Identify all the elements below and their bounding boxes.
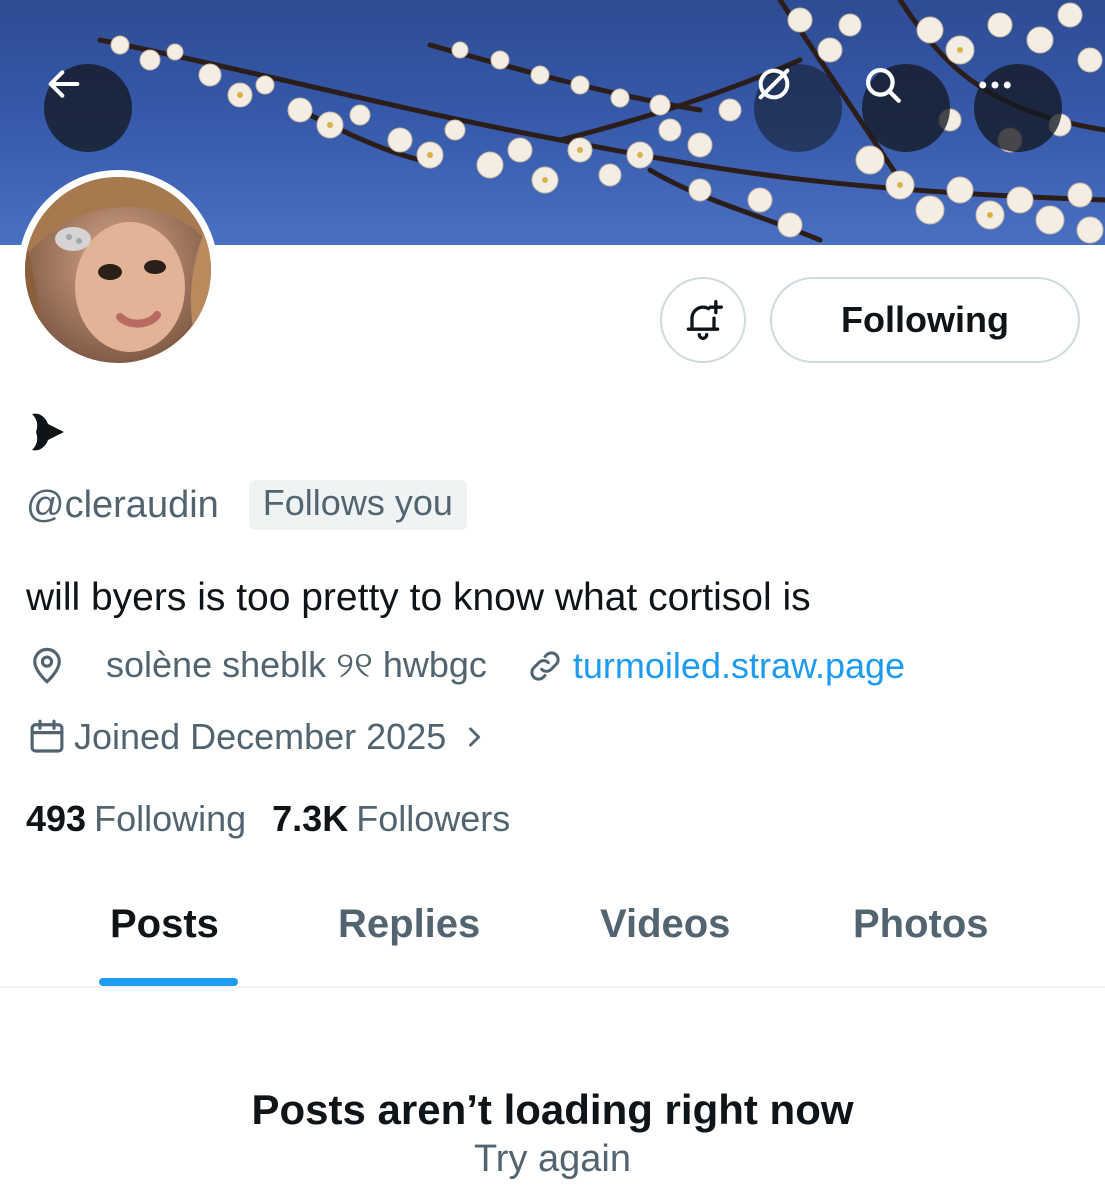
joined-date: Joined December 2025: [74, 716, 447, 757]
empty-state-title: Posts aren’t loading right now: [251, 1086, 854, 1133]
more-options-button[interactable]: [974, 64, 1062, 152]
tab-posts[interactable]: Posts: [110, 902, 219, 947]
follow-stats: 493 Following 7.3K Followers: [26, 798, 510, 840]
active-tab-indicator: [99, 978, 238, 986]
tab-videos[interactable]: Videos: [600, 902, 730, 947]
profile-tabs: Posts Replies Videos Photos: [0, 880, 1105, 988]
following-stat[interactable]: 493 Following: [26, 798, 246, 840]
repost-off-icon: [758, 68, 790, 100]
try-again-link[interactable]: Try again: [0, 1138, 1105, 1181]
profile-avatar[interactable]: [18, 170, 218, 370]
display-name: [26, 408, 70, 456]
follows-you-badge: Follows you: [248, 480, 467, 530]
notifications-button[interactable]: [660, 277, 746, 363]
search-button[interactable]: [862, 64, 950, 152]
link-icon: [530, 650, 560, 681]
profile-location: solène sheblk ୨୧ hwbgc: [106, 644, 487, 685]
chevron-right-icon: [469, 727, 481, 747]
black-heart-arrow-glyph: [32, 413, 64, 451]
arrow-left-icon: [48, 70, 80, 98]
following-count: 493: [26, 798, 87, 839]
followers-count: 7.3K: [272, 798, 349, 839]
handle-row: @cleraudin Follows you: [26, 480, 467, 530]
bell-plus-icon: [686, 300, 723, 340]
repost-toggle-button[interactable]: [754, 64, 842, 152]
calendar-icon: [30, 719, 64, 753]
tab-photos[interactable]: Photos: [853, 902, 989, 947]
more-horizontal-icon: [979, 81, 1011, 89]
profile-handle: @cleraudin: [26, 483, 219, 526]
following-button[interactable]: Following: [770, 277, 1080, 363]
following-label: Following: [94, 798, 247, 839]
profile-meta-row: solène sheblk ୨୧ hwbgc turmoiled.straw.p…: [26, 644, 905, 687]
joined-date-row[interactable]: Joined December 2025: [26, 716, 488, 758]
search-icon: [866, 68, 901, 103]
followers-stat[interactable]: 7.3K Followers: [272, 798, 510, 840]
avatar-photo: [25, 177, 211, 363]
followers-label: Followers: [356, 798, 511, 839]
back-button[interactable]: [44, 64, 132, 152]
profile-website-link[interactable]: turmoiled.straw.page: [573, 645, 905, 687]
tab-replies[interactable]: Replies: [338, 902, 480, 947]
location-pin-icon: [33, 647, 61, 684]
profile-bio: will byers is too pretty to know what co…: [26, 576, 811, 619]
